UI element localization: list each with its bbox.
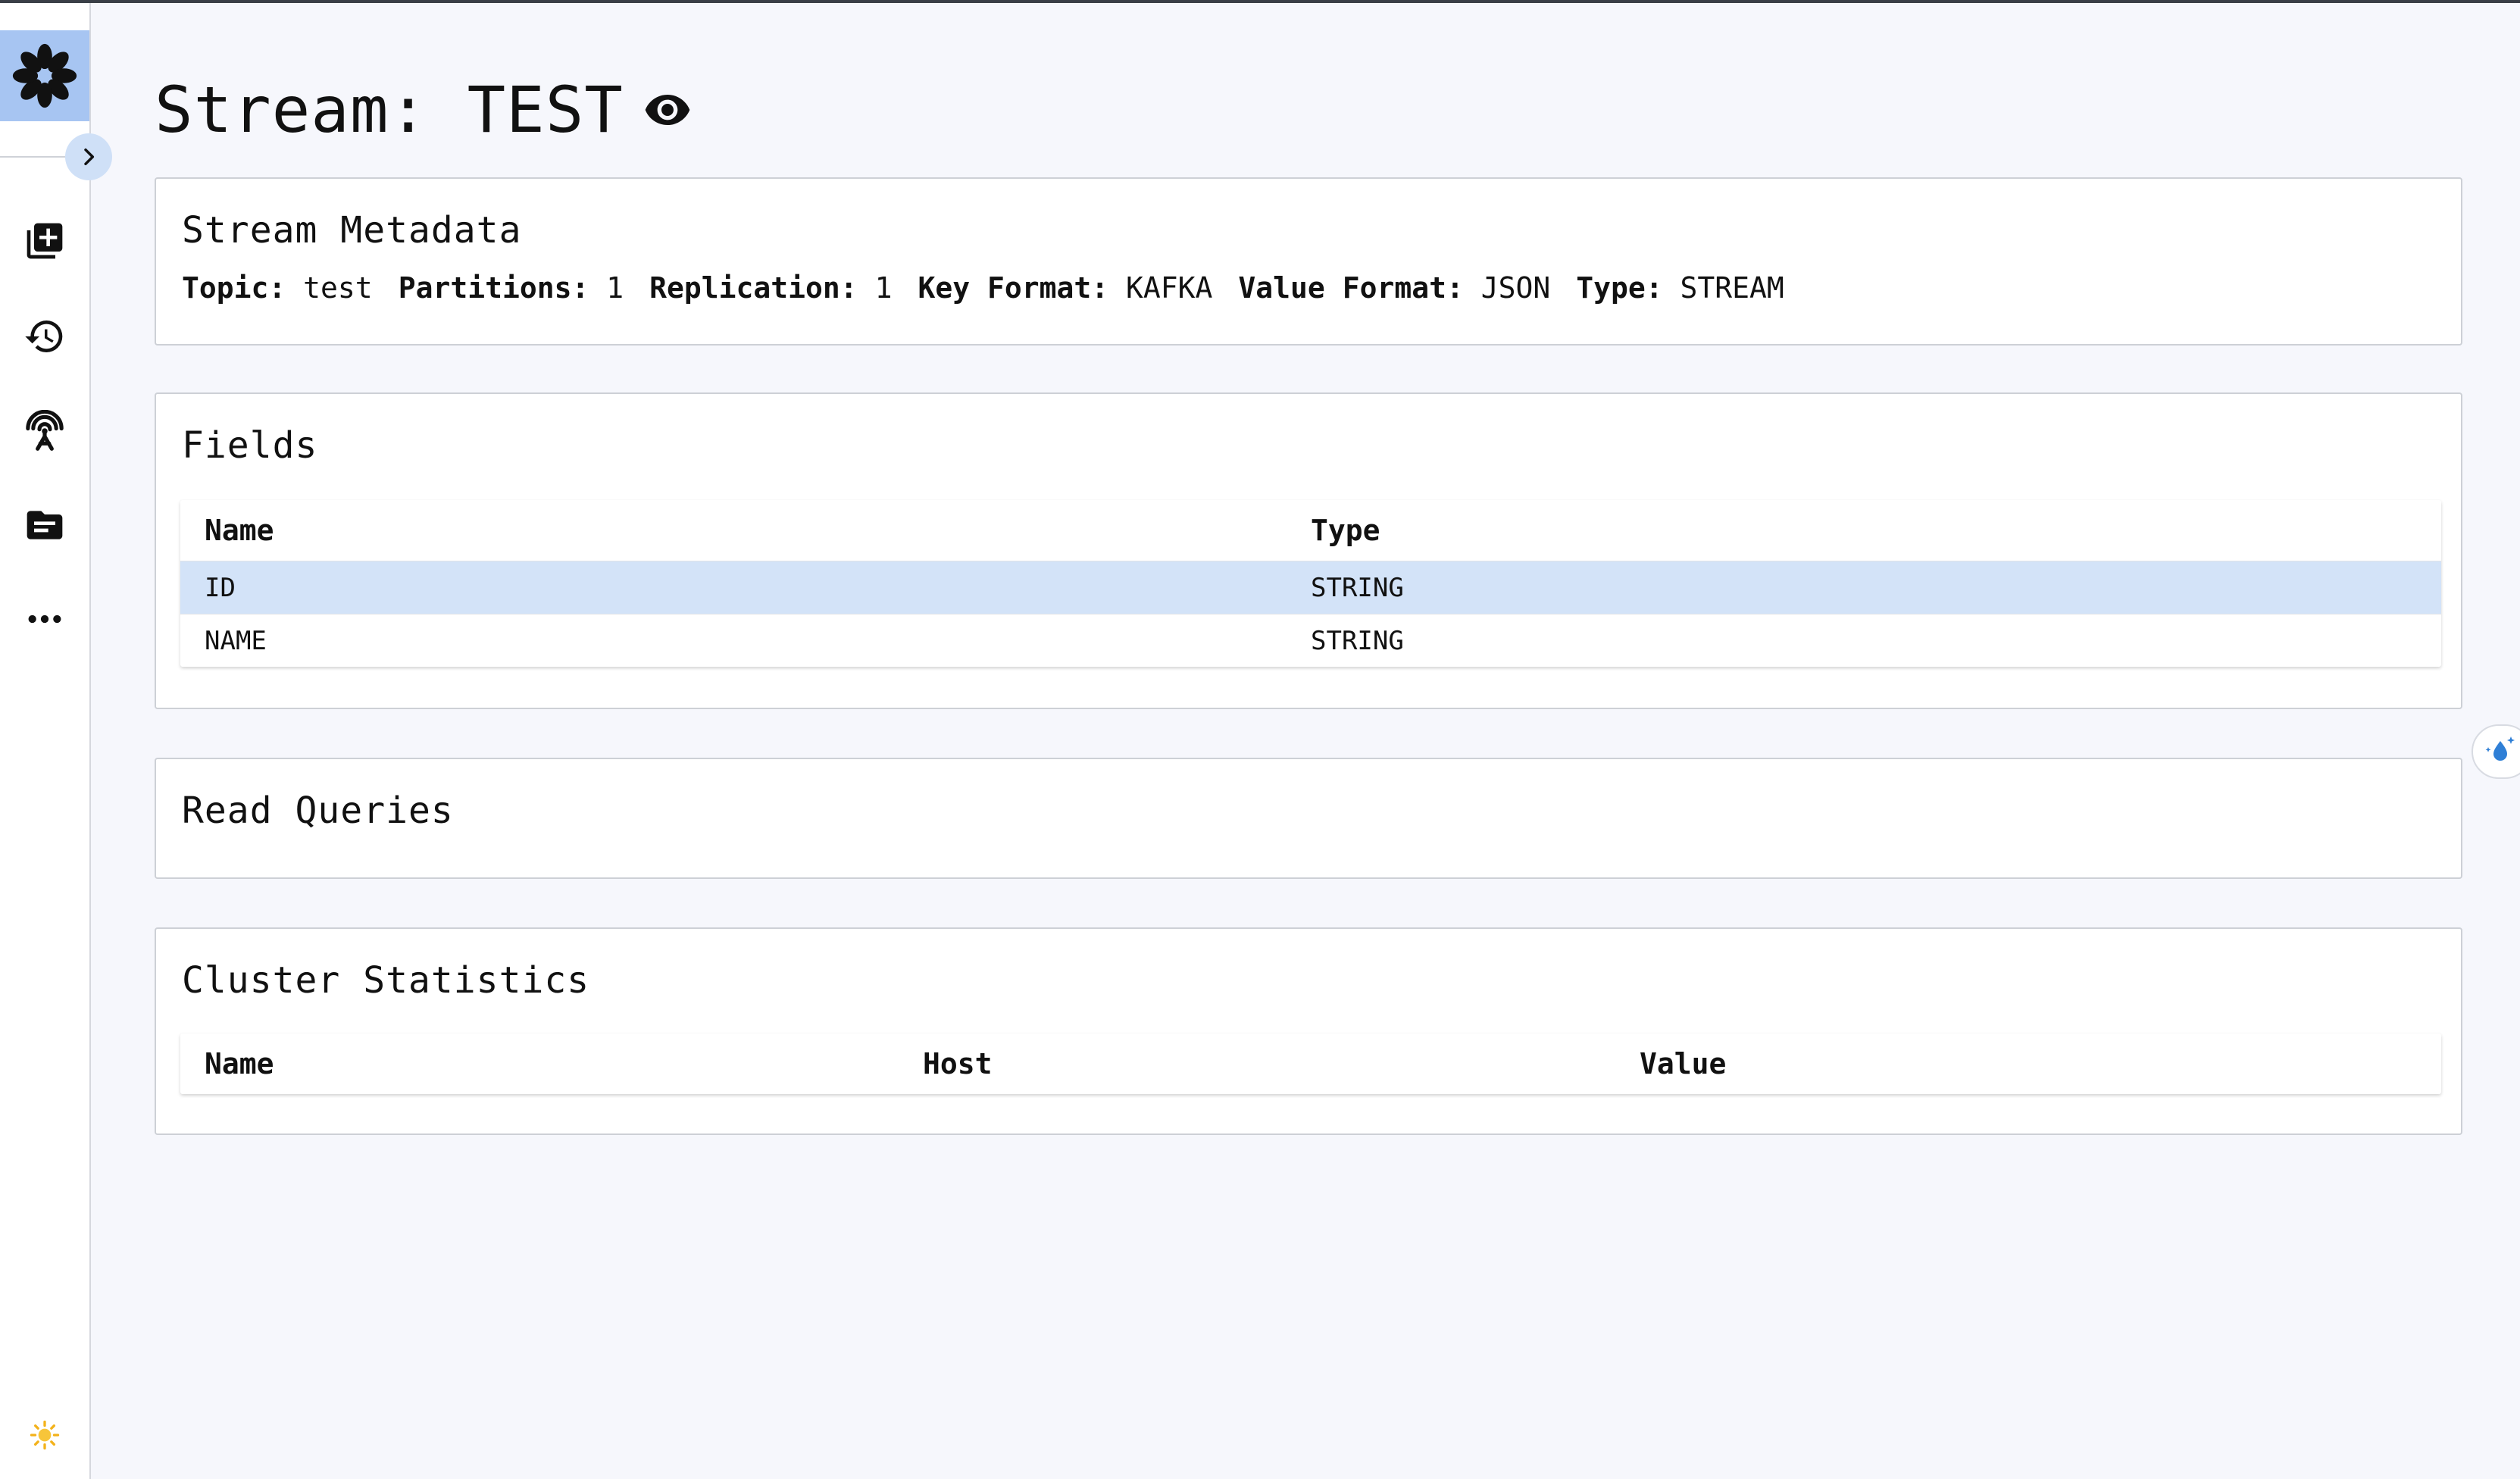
metadata-value: test bbox=[303, 271, 373, 305]
column-header-name[interactable]: Name bbox=[205, 500, 274, 561]
metadata-topic: Topic: test bbox=[182, 271, 373, 305]
metadata-label: Value Format: bbox=[1238, 271, 1464, 305]
metadata-label: Partitions: bbox=[398, 271, 589, 305]
metadata-line: Topic: test Partitions: 1 Replication: 1… bbox=[182, 271, 1810, 305]
column-header-host[interactable]: Host bbox=[923, 1033, 993, 1094]
metadata-label: Key Format: bbox=[918, 271, 1109, 305]
page-title: Stream: TEST bbox=[155, 68, 692, 152]
metadata-value: 1 bbox=[874, 271, 893, 305]
chevron-right-icon bbox=[84, 148, 95, 166]
sidebar-item-streams[interactable] bbox=[0, 401, 89, 461]
metadata-value: KAFKA bbox=[1126, 271, 1213, 305]
card-title: Read Queries bbox=[182, 790, 454, 832]
metadata-type: Type: STREAM bbox=[1576, 271, 1784, 305]
assistant-widget-button[interactable] bbox=[2472, 724, 2520, 779]
metadata-value-format: Value Format: JSON bbox=[1238, 271, 1550, 305]
read-queries-card: Read Queries bbox=[155, 758, 2462, 879]
metadata-label: Topic: bbox=[182, 271, 286, 305]
column-header-name[interactable]: Name bbox=[205, 1033, 274, 1094]
metadata-key-format: Key Format: KAFKA bbox=[918, 271, 1212, 305]
field-type-cell: STRING bbox=[1311, 572, 1404, 603]
metadata-label: Type: bbox=[1576, 271, 1663, 305]
field-name-cell: NAME bbox=[205, 625, 267, 656]
field-type-cell: STRING bbox=[1311, 625, 1404, 656]
page-title-text: Stream: TEST bbox=[155, 73, 624, 147]
history-icon bbox=[25, 321, 63, 353]
card-title: Cluster Statistics bbox=[182, 959, 590, 1002]
eye-icon[interactable] bbox=[643, 86, 692, 134]
field-name-cell: ID bbox=[205, 572, 236, 603]
column-header-value[interactable]: Value bbox=[1640, 1033, 1726, 1094]
card-title: Stream Metadata bbox=[182, 209, 522, 252]
folder-icon bbox=[27, 511, 63, 539]
card-title: Fields bbox=[182, 424, 318, 467]
add-query-icon bbox=[27, 223, 63, 259]
sidebar bbox=[0, 3, 91, 1479]
fields-card: Fields Name Type ID STRING NAME STRING bbox=[155, 392, 2462, 709]
metadata-replication: Replication: 1 bbox=[649, 271, 892, 305]
stream-metadata-card: Stream Metadata Topic: test Partitions: … bbox=[155, 177, 2462, 346]
sidebar-item-history[interactable] bbox=[0, 306, 89, 367]
fields-table: Name Type ID STRING NAME STRING bbox=[180, 500, 2441, 667]
metadata-value: JSON bbox=[1480, 271, 1551, 305]
sidebar-item-more[interactable] bbox=[0, 589, 89, 649]
table-header-row: Name Type bbox=[180, 500, 2441, 561]
table-row[interactable]: ID STRING bbox=[180, 561, 2441, 614]
table-row[interactable]: NAME STRING bbox=[180, 614, 2441, 667]
table-header-row: Name Host Value bbox=[180, 1033, 2441, 1094]
cluster-statistics-card: Cluster Statistics Name Host Value bbox=[155, 927, 2462, 1135]
sparkle-drop-icon bbox=[2485, 736, 2515, 761]
cluster-statistics-table: Name Host Value bbox=[180, 1033, 2441, 1094]
metadata-partitions: Partitions: 1 bbox=[399, 271, 624, 305]
column-header-type[interactable]: Type bbox=[1311, 500, 1380, 561]
more-icon bbox=[28, 614, 61, 624]
sidebar-item-files[interactable] bbox=[0, 495, 89, 555]
metadata-value: STREAM bbox=[1680, 271, 1784, 305]
sun-icon bbox=[30, 1420, 60, 1450]
metadata-value: 1 bbox=[606, 271, 624, 305]
app-logo[interactable] bbox=[0, 30, 89, 121]
flower-logo-icon bbox=[12, 43, 77, 108]
sidebar-item-new-query[interactable] bbox=[0, 211, 89, 271]
sidebar-expand-button[interactable] bbox=[65, 133, 112, 180]
theme-toggle-button[interactable] bbox=[0, 1406, 89, 1464]
metadata-label: Replication: bbox=[649, 271, 858, 305]
broadcast-icon bbox=[26, 410, 64, 451]
